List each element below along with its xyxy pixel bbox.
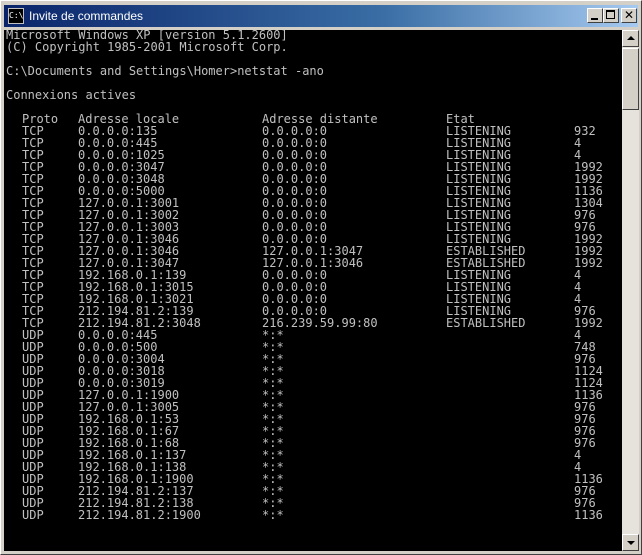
state-cell: ESTABLISHED <box>446 316 526 330</box>
console-header-line: C:\Documents and Settings\Homer>netstat … <box>6 64 324 78</box>
vertical-scrollbar[interactable] <box>622 30 639 551</box>
connection-row: UDP 212.194.81.2:1900 *:* 1136 <box>6 508 603 522</box>
arrow-up-icon <box>627 36 635 40</box>
console-lines: Microsoft Windows XP [version 5.1.2600](… <box>6 30 603 522</box>
console-header-line: Connexions actives <box>6 88 137 102</box>
local-address-cell: 212.194.81.2:1900 <box>78 508 201 522</box>
arrow-down-icon <box>627 541 635 545</box>
minimize-icon <box>591 18 598 20</box>
cmd-icon[interactable]: C:\ <box>8 8 24 24</box>
scroll-up-button[interactable] <box>622 30 639 47</box>
minimize-button[interactable] <box>587 8 603 23</box>
close-icon: ✕ <box>623 8 635 22</box>
maximize-button[interactable] <box>603 8 619 23</box>
scroll-thumb[interactable] <box>622 48 639 110</box>
remote-address-cell: *:* <box>262 508 284 522</box>
scroll-down-button[interactable] <box>622 534 639 551</box>
pid-cell: 1136 <box>574 508 603 522</box>
title-bar[interactable]: C:\ Invite de commandes ✕ <box>4 5 638 27</box>
maximize-icon <box>606 10 615 19</box>
console-output[interactable]: Microsoft Windows XP [version 5.1.2600](… <box>4 30 622 551</box>
proto-cell: UDP <box>22 508 44 522</box>
console-header-line: (C) Copyright 1985-2001 Microsoft Corp. <box>6 40 288 54</box>
console-window: C:\ Invite de commandes ✕ Microsoft Wind… <box>0 0 642 555</box>
window-title: Invite de commandes <box>29 9 144 23</box>
close-button[interactable]: ✕ <box>621 8 637 23</box>
